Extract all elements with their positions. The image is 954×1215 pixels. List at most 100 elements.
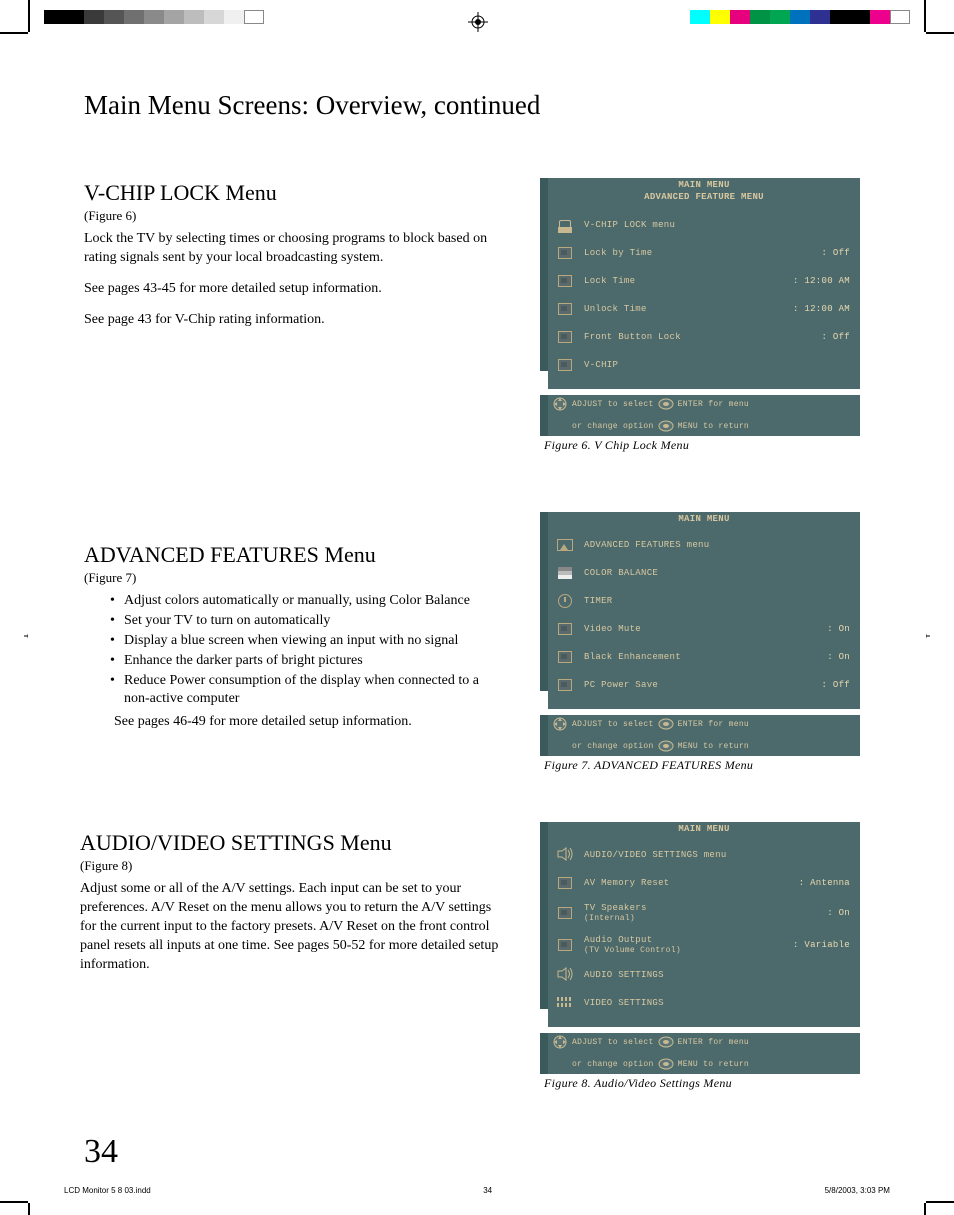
box-icon bbox=[558, 651, 572, 663]
osd-header: MAIN MENU bbox=[548, 822, 860, 835]
list-item: Enhance the darker parts of bright pictu… bbox=[124, 652, 504, 671]
speaker-icon bbox=[556, 846, 574, 865]
bars-icon bbox=[558, 567, 572, 579]
osd-row: COLOR BALANCE bbox=[556, 559, 850, 587]
osd-row: Video Mute: On bbox=[556, 615, 850, 643]
bullet-list: Adjust colors automatically or manually,… bbox=[84, 592, 504, 709]
osd-row: ADVANCED FEATURES menu bbox=[556, 531, 850, 559]
enter-button-icon bbox=[658, 717, 674, 731]
osd-row: TIMER bbox=[556, 587, 850, 615]
osd-row: Black Enhancement: On bbox=[556, 643, 850, 671]
osd-row: TV Speakers(Internal): On bbox=[556, 897, 850, 929]
footer-metadata: LCD Monitor 5 8 03.indd 34 5/8/2003, 3:0… bbox=[64, 1186, 890, 1195]
dots-icon bbox=[557, 997, 573, 1009]
osd-row: PC Power Save: Off bbox=[556, 671, 850, 699]
picture-icon bbox=[557, 539, 573, 551]
osd-row: V-CHIP bbox=[556, 351, 850, 379]
section-av: AUDIO/VIDEO SETTINGS Menu (Figure 8) Adj… bbox=[80, 830, 510, 986]
osd-row-value: : Variable bbox=[793, 940, 850, 950]
footer-page: 34 bbox=[483, 1186, 492, 1195]
osd-row: Front Button Lock: Off bbox=[556, 323, 850, 351]
figure-reference: (Figure 7) bbox=[84, 570, 504, 586]
paragraph: Lock the TV by selecting times or choosi… bbox=[84, 230, 504, 268]
help-text: MENU to return bbox=[678, 422, 749, 431]
menu-button-icon bbox=[658, 1057, 674, 1071]
help-text: ADJUST to select bbox=[572, 400, 654, 409]
speaker-icon bbox=[556, 966, 574, 985]
clock-icon bbox=[558, 594, 572, 608]
figure-caption: Figure 7. ADVANCED FEATURES Menu bbox=[544, 758, 860, 773]
osd-row-label: Front Button Lock bbox=[584, 332, 821, 342]
osd-row-label: Lock by Time bbox=[584, 248, 821, 258]
list-item: Set your TV to turn on automatically bbox=[124, 612, 504, 631]
figure-caption: Figure 6. V Chip Lock Menu bbox=[544, 438, 860, 453]
osd-row-label: V-CHIP LOCK menu bbox=[584, 220, 850, 230]
color-bars-left bbox=[44, 10, 264, 29]
osd-row: AUDIO/VIDEO SETTINGS menu bbox=[556, 841, 850, 869]
section-advanced: ADVANCED FEATURES Menu (Figure 7) Adjust… bbox=[84, 542, 504, 732]
paragraph: See pages 46-49 for more detailed setup … bbox=[84, 713, 504, 732]
osd-row-value: : Off bbox=[821, 248, 850, 258]
box-icon bbox=[558, 623, 572, 635]
dpad-icon bbox=[552, 1035, 568, 1049]
osd-header: MAIN MENU bbox=[548, 178, 860, 191]
osd-row-value: : 12:00 AM bbox=[793, 276, 850, 286]
help-text: ENTER for menu bbox=[678, 720, 749, 729]
crop-mark bbox=[924, 1203, 926, 1215]
osd-row: Unlock Time: 12:00 AM bbox=[556, 295, 850, 323]
box-icon bbox=[558, 275, 572, 287]
osd-row-value: : Off bbox=[821, 680, 850, 690]
help-text: ADJUST to select bbox=[572, 1038, 654, 1047]
box-icon bbox=[558, 247, 572, 259]
osd-row-value: : Antenna bbox=[799, 878, 850, 888]
osd-row-label: Lock Time bbox=[584, 276, 793, 286]
box-icon bbox=[558, 359, 572, 371]
osd-row-label: V-CHIP bbox=[584, 360, 850, 370]
figure-reference: (Figure 8) bbox=[80, 858, 510, 874]
section-vchip: V-CHIP LOCK Menu (Figure 6) Lock the TV … bbox=[84, 180, 504, 342]
help-text: ENTER for menu bbox=[678, 400, 749, 409]
paragraph: Adjust some or all of the A/V settings. … bbox=[80, 880, 510, 974]
figure-caption: Figure 8. Audio/Video Settings Menu bbox=[544, 1076, 860, 1091]
section-title: AUDIO/VIDEO SETTINGS Menu bbox=[80, 830, 510, 856]
osd-row: Lock by Time: Off bbox=[556, 239, 850, 267]
osd-row-label: Black Enhancement bbox=[584, 652, 827, 662]
enter-button-icon bbox=[658, 397, 674, 411]
osd-row-sublabel: (TV Volume Control) bbox=[584, 946, 793, 955]
osd-help-bar: ADJUST to select ENTER for menu or chang… bbox=[548, 395, 860, 436]
crop-mark bbox=[28, 1203, 30, 1215]
enter-button-icon bbox=[658, 1035, 674, 1049]
box-icon bbox=[558, 331, 572, 343]
osd-row-label: VIDEO SETTINGS bbox=[584, 998, 850, 1008]
osd-row: Lock Time: 12:00 AM bbox=[556, 267, 850, 295]
osd-row-label: PC Power Save bbox=[584, 680, 821, 690]
footer-timestamp: 5/8/2003, 3:03 PM bbox=[825, 1186, 890, 1195]
box-icon bbox=[558, 907, 572, 919]
osd-row-value: : On bbox=[827, 624, 850, 634]
paragraph: See page 43 for V-Chip rating informatio… bbox=[84, 311, 504, 330]
box-icon bbox=[558, 303, 572, 315]
section-title: V-CHIP LOCK Menu bbox=[84, 180, 504, 206]
paragraph: See pages 43-45 for more detailed setup … bbox=[84, 280, 504, 299]
crop-mark bbox=[926, 32, 954, 34]
menu-button-icon bbox=[658, 739, 674, 753]
osd-figure-6: MAIN MENU ADVANCED FEATURE MENU V-CHIP L… bbox=[540, 178, 860, 453]
osd-row: VIDEO SETTINGS bbox=[556, 989, 850, 1017]
footer-file: LCD Monitor 5 8 03.indd bbox=[64, 1186, 151, 1195]
crop-mark bbox=[926, 1201, 954, 1203]
menu-button-icon bbox=[658, 419, 674, 433]
box-icon bbox=[558, 679, 572, 691]
help-text: ADJUST to select bbox=[572, 720, 654, 729]
osd-row-sublabel: (Internal) bbox=[584, 914, 827, 923]
section-title: ADVANCED FEATURES Menu bbox=[84, 542, 504, 568]
osd-row-label: Audio Output(TV Volume Control) bbox=[584, 935, 793, 955]
osd-row-label: TIMER bbox=[584, 596, 850, 606]
osd-row-label: ADVANCED FEATURES menu bbox=[584, 540, 850, 550]
osd-figure-8: MAIN MENU AUDIO/VIDEO SETTINGS menuAV Me… bbox=[540, 822, 860, 1091]
osd-subheader: ADVANCED FEATURE MENU bbox=[548, 191, 860, 205]
help-text: or change option bbox=[572, 742, 654, 751]
help-text: MENU to return bbox=[678, 1060, 749, 1069]
osd-row-label: COLOR BALANCE bbox=[584, 568, 850, 578]
osd-row-label: TV Speakers(Internal) bbox=[584, 903, 827, 923]
osd-row-label: AUDIO SETTINGS bbox=[584, 970, 850, 980]
